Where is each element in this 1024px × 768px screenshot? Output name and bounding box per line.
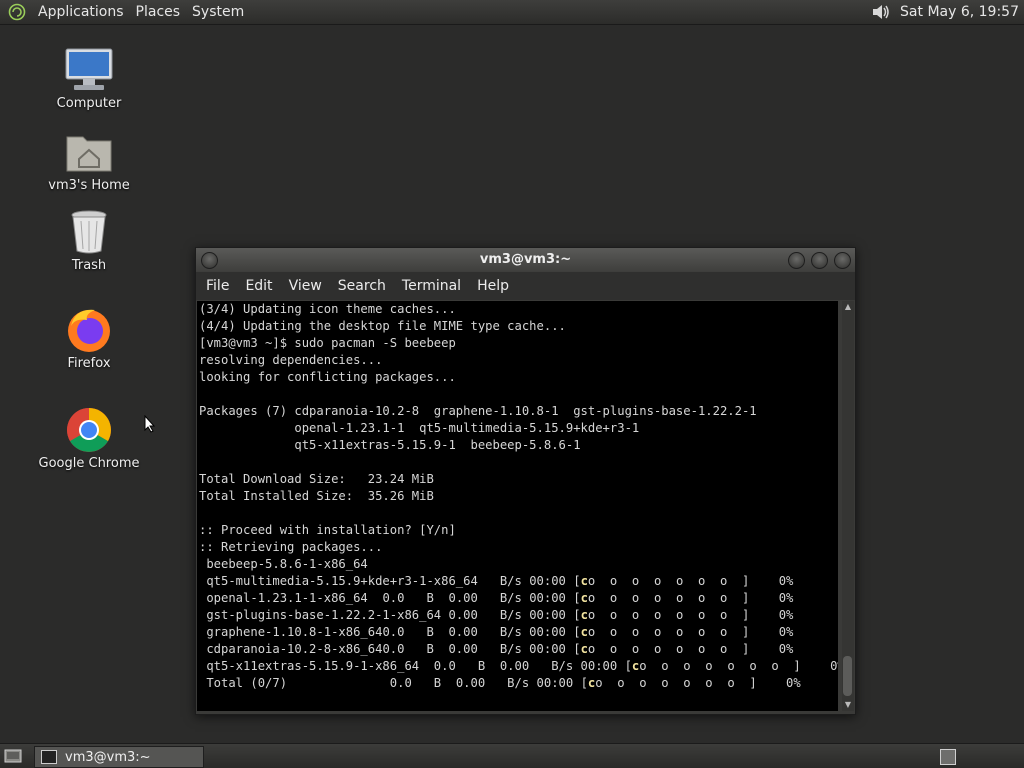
desktop-icon-chrome[interactable]: Google Chrome [34,406,144,471]
terminal-line: resolving dependencies... [199,353,383,367]
menu-help[interactable]: Help [471,278,519,294]
taskbar-button-label: vm3@vm3:~ [65,749,151,765]
terminal-menubar: File Edit View Search Terminal Help [196,272,855,300]
mouse-pointer-icon [144,415,156,433]
progress-row-name: gst-plugins-base-1.22.2-1-x86_64 [199,608,442,622]
desktop-icon-label: vm3's Home [48,178,130,193]
terminal-line: [vm3@vm3 ~]$ sudo pacman -S beebeep [199,336,456,350]
terminal-line: openal-1.23.1-1 qt5-multimedia-5.15.9+kd… [199,421,640,435]
chrome-icon [63,406,115,454]
terminal-line: Total Download Size: 23.24 MiB [199,472,434,486]
progress-row-stats: 0.0 B 0.00 B/s 00:00 [367,591,574,605]
progress-bar: [co o o o o o o ] [573,574,750,588]
progress-row: gst-plugins-base-1.22.2-1-x86_64 0.00 B/… [199,608,793,622]
progress-row: openal-1.23.1-1-x86_64 0.0 B 0.00 B/s 00… [199,591,793,605]
terminal-line: (4/4) Updating the desktop file MIME typ… [199,319,566,333]
progress-bar: [co o o o o o o ] [573,625,750,639]
window-title: vm3@vm3:~ [479,252,572,267]
progress-row-name: openal-1.23.1-1-x86_64 [199,591,368,605]
terminal-text: (3/4) Updating icon theme caches... (4/4… [197,301,838,692]
menu-search[interactable]: Search [332,278,396,294]
progress-bar: [co o o o o o o ] [573,642,750,656]
terminal-line: :: Proceed with installation? [Y/n] [199,523,456,537]
terminal-line: (3/4) Updating icon theme caches... [199,302,456,316]
progress-bar: [co o o o o o o ] [573,591,750,605]
terminal-line: beebeep-5.8.6-1-x86_64 [199,557,368,571]
show-desktop-icon[interactable] [2,747,24,765]
desktop-icon-firefox[interactable]: Firefox [34,306,144,371]
system-menu[interactable]: System [188,4,252,20]
progress-row-stats: 0.0 B 0.00 B/s 00:00 [287,676,581,690]
progress-row-name: Total (0/7) [199,676,288,690]
desktop-icon-home[interactable]: vm3's Home [34,128,144,193]
home-folder-icon [63,128,115,176]
terminal-scrollbar[interactable]: ▲ ▼ [842,301,854,711]
close-button[interactable] [834,252,851,269]
terminal-window[interactable]: vm3@vm3:~ File Edit View Search Terminal… [195,247,856,715]
distro-logo-icon[interactable] [8,3,26,21]
progress-percent: 0% [778,591,794,605]
progress-row: cdparanoia-10.2-8-x86_640.0 B 0.00 B/s 0… [199,642,793,656]
progress-row-name: graphene-1.10.8-1-x86_64 [199,625,383,639]
progress-row-name: qt5-x11extras-5.15.9-1-x86_64 [199,659,420,673]
desktop-icon-label: Firefox [67,356,111,371]
progress-row: Total (0/7) 0.0 B 0.00 B/s 00:00 [co o o… [199,676,801,690]
trash-icon [63,208,115,256]
progress-row: qt5-multimedia-5.15.9+kde+r3-1-x86_64 B/… [199,574,793,588]
desktop-icon-label: Computer [56,96,122,111]
progress-row: qt5-x11extras-5.15.9-1-x86_64 0.0 B 0.00… [199,659,838,673]
taskbar-button-terminal[interactable]: vm3@vm3:~ [34,746,204,768]
scroll-up-arrow-icon[interactable]: ▲ [843,302,853,312]
menu-view[interactable]: View [283,278,332,294]
places-menu[interactable]: Places [132,4,189,20]
progress-bar: [co o o o o o o ] [624,659,801,673]
menu-file[interactable]: File [200,278,239,294]
terminal-icon [41,750,57,764]
desktop-icon-label: Trash [71,258,107,273]
clock[interactable]: Sat May 6, 19:57 [900,4,1024,20]
speaker-icon[interactable] [868,0,894,24]
firefox-icon [63,306,115,354]
progress-percent: 0% [778,625,794,639]
terminal-line: Total Installed Size: 35.26 MiB [199,489,434,503]
desktop-icon-trash[interactable]: Trash [34,208,144,273]
progress-bar: [co o o o o o o ] [580,676,757,690]
progress-row-stats: 0.0 B 0.00 B/s 00:00 [419,659,625,673]
desktop-icon-label: Google Chrome [38,456,140,471]
progress-bar: [co o o o o o o ] [573,608,750,622]
applications-menu[interactable]: Applications [34,4,132,20]
minimize-button[interactable] [788,252,805,269]
progress-percent: 0% [830,659,838,673]
terminal-line: looking for conflicting packages... [199,370,456,384]
terminal-output[interactable]: (3/4) Updating icon theme caches... (4/4… [197,301,838,711]
window-titlebar[interactable]: vm3@vm3:~ [196,248,855,272]
progress-row-stats: 0.0 B 0.00 B/s 00:00 [382,625,574,639]
progress-percent: 0% [786,676,801,690]
menu-terminal[interactable]: Terminal [396,278,471,294]
computer-icon [63,46,115,94]
menu-edit[interactable]: Edit [239,278,282,294]
progress-percent: 0% [778,642,794,656]
terminal-line: qt5-x11extras-5.15.9-1 beebeep-5.8.6-1 [199,438,581,452]
top-right-tray: Sat May 6, 19:57 [868,0,1024,24]
progress-row-stats: 0.00 B/s 00:00 [441,608,574,622]
window-menu-button[interactable] [201,252,218,269]
workspace-switcher[interactable] [940,749,956,765]
progress-row: graphene-1.10.8-1-x86_640.0 B 0.00 B/s 0… [199,625,793,639]
progress-row-stats: 0.0 B 0.00 B/s 00:00 [382,642,574,656]
progress-percent: 0% [778,608,794,622]
progress-row-name: qt5-multimedia-5.15.9+kde+r3-1-x86_64 [199,574,478,588]
progress-percent: 0% [778,574,794,588]
scrollbar-thumb[interactable] [843,656,852,696]
progress-row-stats: B/s 00:00 [477,574,574,588]
scroll-down-arrow-icon[interactable]: ▼ [843,700,853,710]
bottom-panel: vm3@vm3:~ [0,743,1024,768]
desktop-icon-computer[interactable]: Computer [34,46,144,111]
maximize-button[interactable] [811,252,828,269]
terminal-line: Packages (7) cdparanoia-10.2-8 graphene-… [199,404,757,418]
top-panel: Applications Places System Sat May 6, 19… [0,0,1024,25]
progress-row-name: cdparanoia-10.2-8-x86_64 [199,642,383,656]
terminal-line: :: Retrieving packages... [199,540,383,554]
